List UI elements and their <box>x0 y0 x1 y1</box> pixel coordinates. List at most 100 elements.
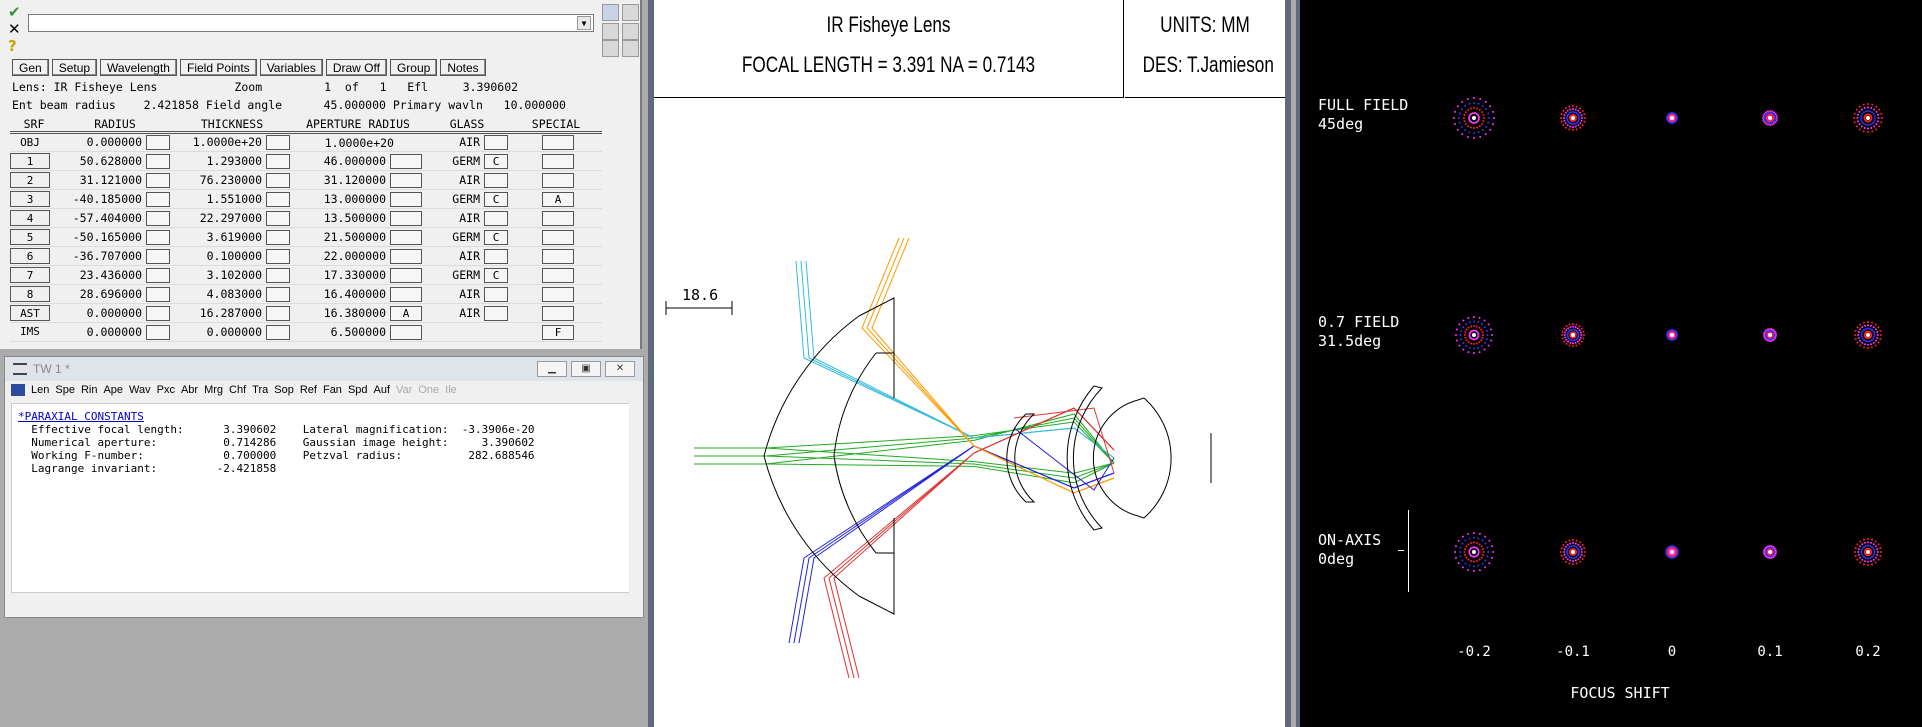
window-menu-icon[interactable] <box>13 363 27 375</box>
tw-hscrollbar[interactable] <box>11 595 625 607</box>
thickness-cell[interactable]: 1.293000 <box>172 151 292 171</box>
glass-cell[interactable] <box>424 322 510 342</box>
aperture-value[interactable]: 13.000000 <box>324 192 386 206</box>
tw-menu-item[interactable]: Fan <box>323 384 342 396</box>
chevron-down-icon[interactable]: ▼ <box>577 16 591 30</box>
aperture-cell[interactable]: 21.500000 <box>292 227 424 247</box>
srf-button[interactable]: IMS <box>10 324 50 340</box>
tw-menu-item[interactable]: Spe <box>55 384 75 396</box>
ebr-value[interactable]: 2.421858 <box>144 98 199 112</box>
radius-solve-button[interactable] <box>146 135 170 150</box>
radius-solve-button[interactable] <box>146 267 170 283</box>
glass-cell[interactable]: GERM C <box>424 265 510 285</box>
srf-button[interactable]: 3 <box>10 191 50 207</box>
glass-value[interactable]: AIR <box>459 211 480 225</box>
special-button[interactable] <box>542 248 574 264</box>
thickness-value[interactable]: 16.287000 <box>200 306 262 320</box>
glass-solve-button[interactable] <box>484 210 508 226</box>
special-cell[interactable] <box>510 246 602 266</box>
special-cell[interactable] <box>510 151 602 171</box>
tw-menu-item[interactable]: Rin <box>81 384 98 396</box>
tw-scrollbar[interactable] <box>629 403 641 593</box>
aperture-value[interactable]: 21.500000 <box>324 230 386 244</box>
aperture-cell[interactable]: 16.380000 A <box>292 303 424 323</box>
glass-cell[interactable]: GERM C <box>424 189 510 209</box>
radius-solve-button[interactable] <box>146 248 170 264</box>
radius-cell[interactable]: -36.707000 <box>58 246 172 266</box>
glass-value[interactable]: GERM <box>452 268 480 282</box>
aperture-value[interactable]: 31.120000 <box>324 173 386 187</box>
tw-menu-item[interactable]: Tra <box>252 384 268 396</box>
special-button[interactable] <box>542 229 574 245</box>
srf-button[interactable]: AST <box>10 305 50 321</box>
tw-menu-item[interactable]: Mrg <box>204 384 223 396</box>
help-icon[interactable]: ? <box>8 38 26 55</box>
command-input[interactable]: ▼ <box>28 14 594 32</box>
srf-cell[interactable]: 1 <box>10 151 58 171</box>
thickness-solve-button[interactable] <box>266 229 290 245</box>
thickness-solve-button[interactable] <box>266 210 290 226</box>
aperture-solve-button[interactable] <box>390 172 422 188</box>
special-button[interactable]: A <box>542 191 574 207</box>
glass-value[interactable]: GERM <box>452 230 480 244</box>
aperture-value[interactable]: 1.0000e+20 <box>325 136 394 150</box>
tw-menu-item[interactable]: Sop <box>274 384 294 396</box>
srf-button[interactable]: 2 <box>10 172 50 188</box>
special-button[interactable] <box>542 305 574 321</box>
editor-scrollbar[interactable] <box>626 62 638 342</box>
variables-button[interactable]: Variables <box>259 59 323 76</box>
srf-button[interactable]: 6 <box>10 248 50 264</box>
glass-solve-button[interactable]: C <box>484 153 508 169</box>
aperture-solve-button[interactable] <box>390 267 422 283</box>
wavelength-button[interactable]: Wavelength <box>100 59 177 76</box>
glass-solve-button[interactable] <box>484 248 508 264</box>
paraxial-constants-link[interactable]: *PARAXIAL CONSTANTS <box>18 410 624 423</box>
aperture-value[interactable]: 22.000000 <box>324 249 386 263</box>
tw-menu-item[interactable]: Abr <box>181 384 198 396</box>
radius-cell[interactable]: -57.404000 <box>58 208 172 228</box>
special-button[interactable] <box>542 153 574 169</box>
thickness-cell[interactable]: 22.297000 <box>172 208 292 228</box>
srf-cell[interactable]: 7 <box>10 265 58 285</box>
tw-menu-item[interactable]: Ref <box>300 384 317 396</box>
glass-cell[interactable]: AIR <box>424 284 510 304</box>
setup-button[interactable]: Setup <box>51 59 98 76</box>
srf-cell[interactable]: OBJ <box>10 132 58 152</box>
radius-solve-button[interactable] <box>146 172 170 188</box>
special-cell[interactable] <box>510 265 602 285</box>
aperture-solve-button[interactable] <box>390 153 422 169</box>
special-cell[interactable] <box>510 284 602 304</box>
thickness-solve-button[interactable] <box>266 172 290 188</box>
special-cell[interactable] <box>510 170 602 190</box>
srf-button[interactable]: 5 <box>10 229 50 245</box>
tw-title-bar[interactable]: TW 1 * ▁ ▣ ✕ <box>5 357 643 381</box>
thickness-cell[interactable]: 16.287000 <box>172 303 292 323</box>
radius-cell[interactable]: 31.121000 <box>58 170 172 190</box>
glass-cell[interactable]: GERM C <box>424 227 510 247</box>
special-button[interactable]: F <box>542 324 574 340</box>
tw-menu-item[interactable]: Wav <box>129 384 151 396</box>
glass-value[interactable]: AIR <box>459 173 480 187</box>
srf-cell[interactable]: 5 <box>10 227 58 247</box>
radius-cell[interactable]: 0.000000 <box>58 132 172 152</box>
glass-value[interactable]: GERM <box>452 192 480 206</box>
glass-value[interactable]: AIR <box>459 135 480 149</box>
glass-solve-button[interactable]: C <box>484 191 508 207</box>
srf-cell[interactable]: 8 <box>10 284 58 304</box>
radius-value[interactable]: 50.628000 <box>80 154 142 168</box>
srf-cell[interactable]: 4 <box>10 208 58 228</box>
aperture-solve-button[interactable] <box>390 191 422 207</box>
aperture-cell[interactable]: 46.000000 <box>292 151 424 171</box>
srf-cell[interactable]: 2 <box>10 170 58 190</box>
special-button[interactable] <box>542 172 574 188</box>
glass-solve-button[interactable]: C <box>484 229 508 245</box>
thickness-solve-button[interactable] <box>266 135 290 150</box>
glass-cell[interactable]: AIR <box>424 208 510 228</box>
aperture-solve-button[interactable]: A <box>390 305 422 321</box>
tw-menu-item[interactable]: Spd <box>348 384 368 396</box>
thickness-cell[interactable]: 1.551000 <box>172 189 292 209</box>
aperture-cell[interactable]: 31.120000 <box>292 170 424 190</box>
thickness-cell[interactable]: 4.083000 <box>172 284 292 304</box>
special-cell[interactable]: F <box>510 322 602 342</box>
thickness-value[interactable]: 1.0000e+20 <box>193 135 262 149</box>
